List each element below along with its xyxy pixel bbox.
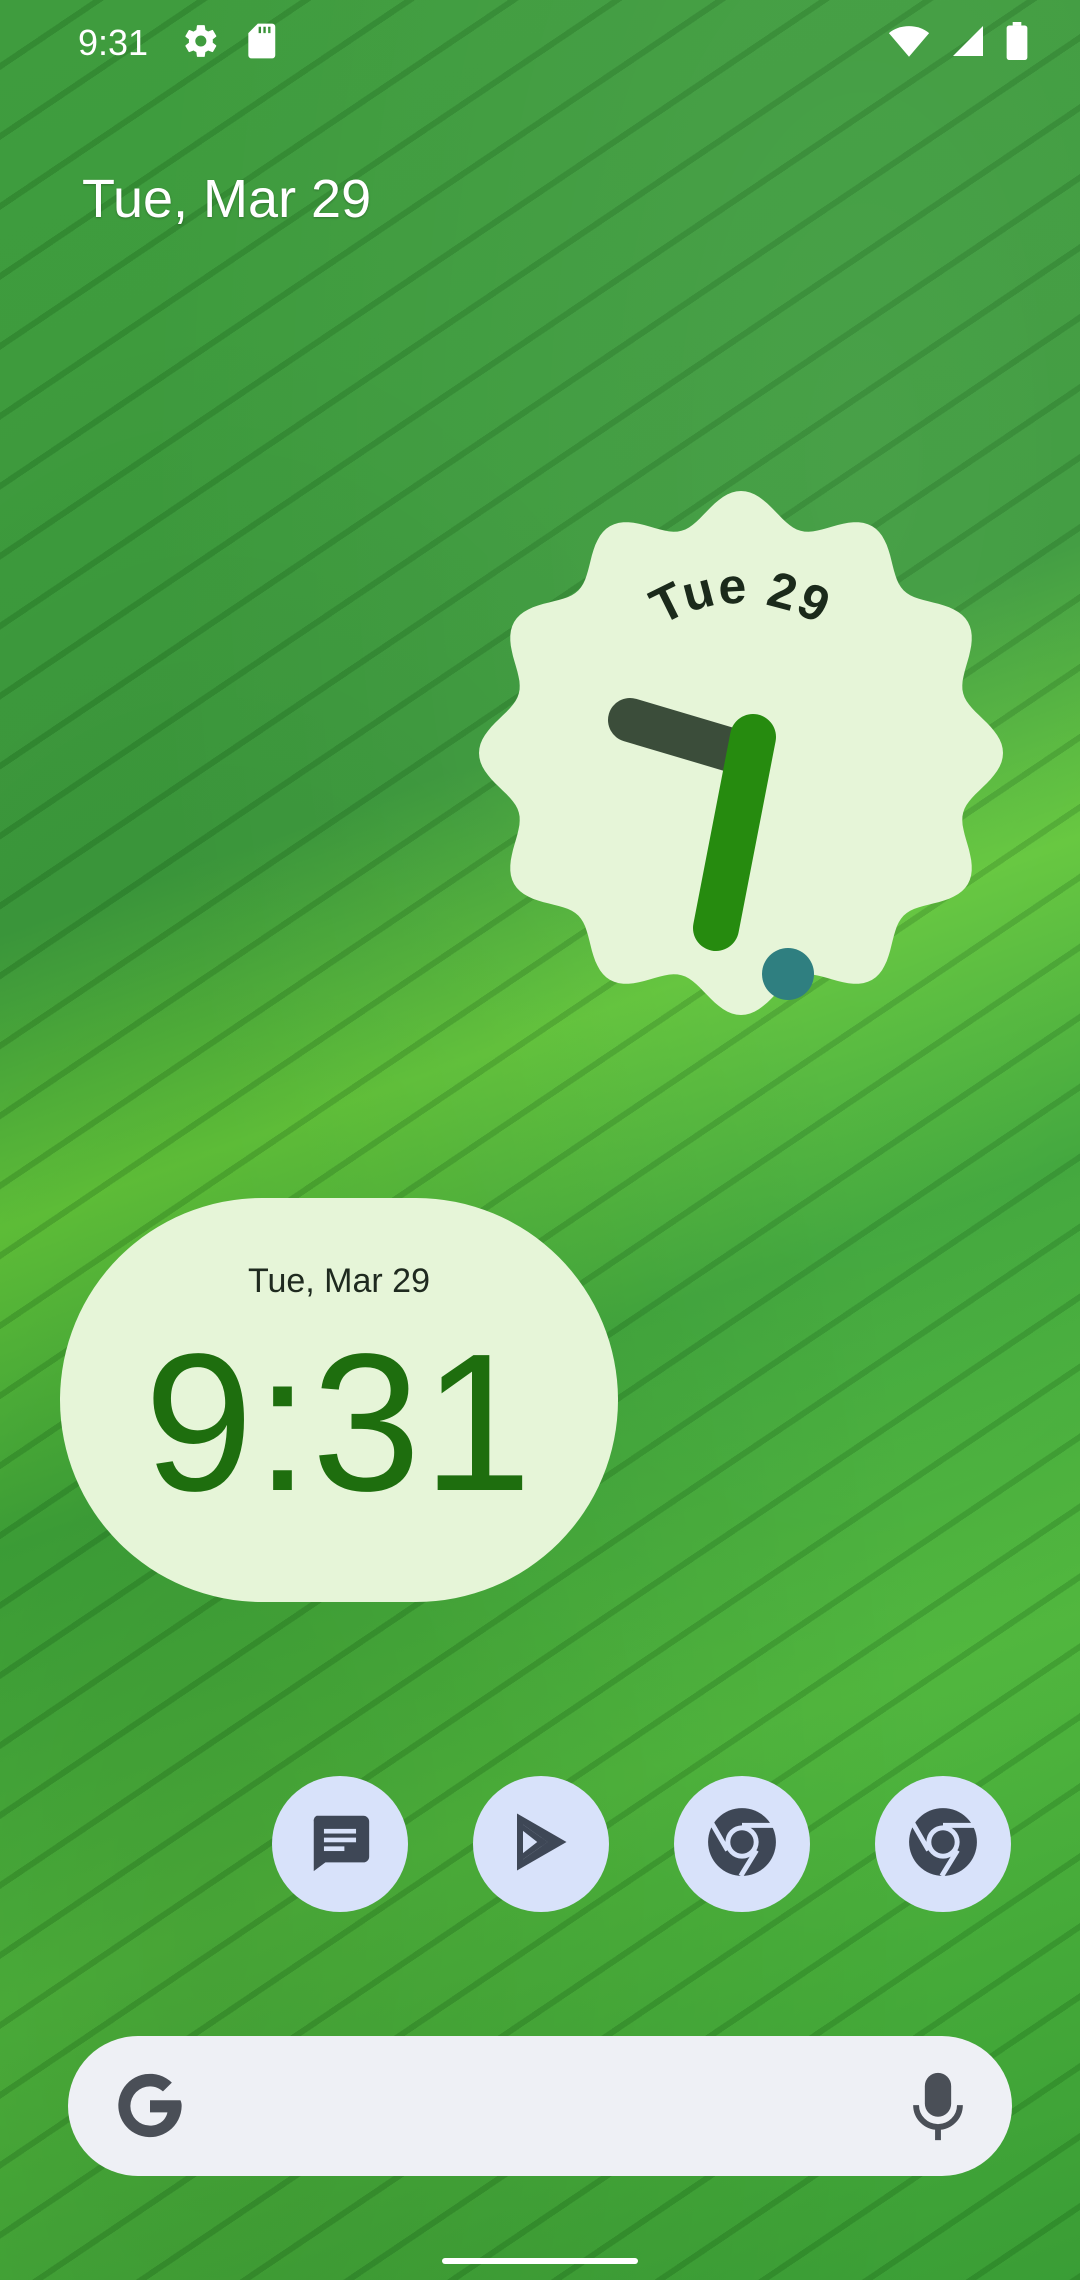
chrome-icon	[705, 1805, 779, 1884]
status-right-icons	[888, 22, 1028, 65]
analog-clock-face: Tue 29	[479, 491, 1003, 1015]
dock-app-messages[interactable]	[272, 1776, 408, 1912]
play-store-icon	[505, 1806, 577, 1883]
gear-icon	[182, 22, 220, 65]
digital-clock-time: 9:31	[144, 1313, 534, 1532]
microphone-icon[interactable]	[908, 2070, 968, 2146]
chrome-icon	[906, 1805, 980, 1884]
google-search-bar[interactable]	[68, 2036, 1012, 2176]
status-time: 9:31	[78, 22, 149, 63]
messages-icon	[305, 1807, 375, 1882]
second-dot	[762, 948, 814, 1000]
home-date[interactable]: Tue, Mar 29	[82, 168, 371, 230]
status-bar: 9:31	[0, 0, 1080, 88]
google-g-icon[interactable]	[112, 2068, 188, 2144]
dock-app-chrome-2[interactable]	[875, 1776, 1011, 1912]
signal-icon	[950, 23, 986, 64]
digital-clock-widget[interactable]: Tue, Mar 29 9:31	[60, 1198, 618, 1602]
digital-clock-date: Tue, Mar 29	[247, 1262, 431, 1300]
dock-app-play-store[interactable]	[473, 1776, 609, 1912]
gesture-nav-handle[interactable]	[442, 2258, 638, 2264]
wallpaper	[0, 0, 1080, 2280]
dock-app-chrome[interactable]	[674, 1776, 810, 1912]
battery-icon	[1006, 22, 1028, 65]
sd-card-icon	[244, 22, 278, 65]
analog-clock-widget[interactable]: Tue 29	[460, 472, 1022, 1034]
wifi-icon	[888, 23, 930, 64]
